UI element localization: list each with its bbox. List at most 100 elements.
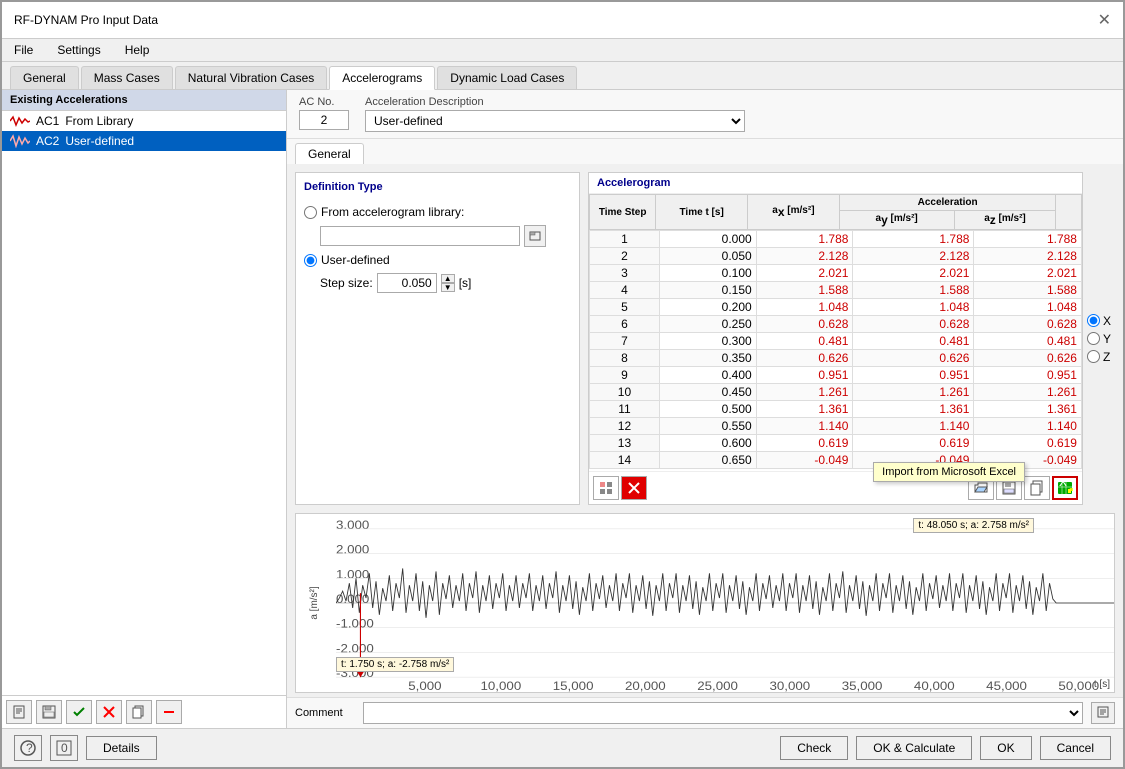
ac-no-group: AC No. 2 [299, 96, 349, 130]
table-row[interactable]: 90.4000.9510.9510.951 [590, 367, 1082, 384]
general-tab-bar: General [287, 139, 1123, 164]
table-cell: 0.600 [659, 435, 756, 452]
ok-button[interactable]: OK [980, 736, 1031, 760]
svg-text:?: ? [26, 741, 33, 755]
step-down-button[interactable]: ▼ [441, 283, 455, 292]
svg-text:10,000: 10,000 [480, 680, 521, 692]
menu-settings[interactable]: Settings [53, 41, 104, 59]
accel-copy-button[interactable] [1024, 476, 1050, 500]
svg-text:25,000: 25,000 [697, 680, 738, 692]
table-cell: 1.048 [974, 299, 1082, 316]
svg-text:20,000: 20,000 [625, 680, 666, 692]
main-window: RF-DYNAM Pro Input Data ✕ File Settings … [0, 0, 1125, 769]
radio-library-label: From accelerogram library: [321, 205, 464, 219]
sidebar-item-ac2[interactable]: AC2 User-defined [2, 131, 286, 151]
table-row[interactable]: 20.0502.1282.1282.128 [590, 248, 1082, 265]
col-time-step: Time Step [590, 195, 656, 230]
table-cell: 9 [590, 367, 660, 384]
step-up-button[interactable]: ▲ [441, 274, 455, 283]
axis-x-radio[interactable] [1087, 314, 1100, 327]
table-row[interactable]: 50.2001.0481.0481.048 [590, 299, 1082, 316]
sidebar-check-button[interactable] [66, 700, 92, 724]
table-row[interactable]: 130.6000.6190.6190.619 [590, 435, 1082, 452]
accel-delete-row-button[interactable] [621, 476, 647, 500]
table-row[interactable]: 80.3500.6260.6260.626 [590, 350, 1082, 367]
details-button[interactable]: Details [86, 736, 157, 760]
axis-y-row[interactable]: Y [1087, 332, 1111, 346]
tab-bar: General Mass Cases Natural Vibration Cas… [2, 62, 1123, 90]
radio-userdefined-row[interactable]: User-defined [304, 253, 571, 267]
table-row[interactable]: 100.4501.2611.2611.261 [590, 384, 1082, 401]
sidebar-copy-button[interactable] [126, 700, 152, 724]
table-cell: 5 [590, 299, 660, 316]
table-row[interactable]: 60.2500.6280.6280.628 [590, 316, 1082, 333]
menu-help[interactable]: Help [121, 41, 154, 59]
info-button[interactable]: 0 [50, 735, 78, 761]
axis-z-radio[interactable] [1087, 350, 1100, 363]
accel-import-excel-button[interactable]: X [1052, 476, 1078, 500]
axis-y-radio[interactable] [1087, 332, 1100, 345]
radio-userdefined[interactable] [304, 254, 317, 267]
svg-text:0: 0 [61, 741, 68, 755]
bottom-right: Check OK & Calculate OK Cancel [780, 736, 1111, 760]
step-input[interactable] [377, 273, 437, 293]
radio-library[interactable] [304, 206, 317, 219]
table-row[interactable]: 10.0001.7881.7881.788 [590, 231, 1082, 248]
menu-file[interactable]: File [10, 41, 37, 59]
tab-dynamic-load-cases[interactable]: Dynamic Load Cases [437, 66, 577, 89]
table-row[interactable]: 40.1501.5881.5881.588 [590, 282, 1082, 299]
import-excel-tooltip: Import from Microsoft Excel [873, 462, 1025, 482]
sidebar-add-button[interactable] [6, 700, 32, 724]
accel-add-row-button[interactable] [593, 476, 619, 500]
ac-header: AC No. 2 Acceleration Description User-d… [287, 90, 1123, 139]
table-cell: 6 [590, 316, 660, 333]
chart-tooltip-max: t: 48.050 s; a: 2.758 m/s² [913, 518, 1034, 533]
window-title: RF-DYNAM Pro Input Data [14, 13, 158, 27]
accel-table-scroll[interactable]: 10.0001.7881.7881.78820.0502.1282.1282.1… [589, 230, 1082, 471]
table-row[interactable]: 70.3000.4810.4810.481 [590, 333, 1082, 350]
table-cell: 0.951 [974, 367, 1082, 384]
table-cell: 0.200 [659, 299, 756, 316]
sidebar-header: Existing Accelerations [2, 90, 286, 111]
ok-calculate-button[interactable]: OK & Calculate [856, 736, 972, 760]
table-cell: 0.951 [756, 367, 853, 384]
table-cell: 0.100 [659, 265, 756, 282]
library-browse-button[interactable] [524, 225, 546, 247]
axis-z-row[interactable]: Z [1087, 350, 1111, 364]
col-time-t: Time t [s] [656, 195, 748, 230]
check-button[interactable]: Check [780, 736, 848, 760]
help-icon-button[interactable]: ? [14, 735, 42, 761]
tab-general-sub[interactable]: General [295, 143, 364, 164]
table-row[interactable]: 120.5501.1401.1401.140 [590, 418, 1082, 435]
table-cell: 1.361 [756, 401, 853, 418]
sidebar-delete-button[interactable] [96, 700, 122, 724]
table-row[interactable]: 110.5001.3611.3611.361 [590, 401, 1082, 418]
sidebar-remove-button[interactable] [156, 700, 182, 724]
svg-text:5,000: 5,000 [408, 680, 441, 692]
tab-general[interactable]: General [10, 66, 79, 89]
sidebar-save-button[interactable] [36, 700, 62, 724]
axis-x-row[interactable]: X [1087, 314, 1111, 328]
chart-container: a [m/s²] t: 48.050 s; a: 2.758 m/s² t: 1… [295, 513, 1115, 693]
table-cell: 10 [590, 384, 660, 401]
table-cell: 1.048 [853, 299, 974, 316]
cancel-button[interactable]: Cancel [1040, 736, 1111, 760]
library-input-field[interactable] [320, 226, 520, 246]
sidebar-label-ac2-id: AC2 [36, 134, 59, 148]
table-cell: 1.261 [974, 384, 1082, 401]
tab-accelerograms[interactable]: Accelerograms [329, 66, 435, 90]
tab-mass-cases[interactable]: Mass Cases [81, 66, 173, 89]
desc-dropdown[interactable]: User-defined [365, 110, 745, 132]
table-cell: 0.250 [659, 316, 756, 333]
comment-dropdown[interactable] [363, 702, 1083, 724]
table-cell: 0.550 [659, 418, 756, 435]
comment-edit-button[interactable] [1091, 702, 1115, 724]
tab-vibration-cases[interactable]: Natural Vibration Cases [175, 66, 328, 89]
close-button[interactable]: ✕ [1098, 10, 1111, 30]
ac-no-value: 2 [299, 110, 349, 130]
radio-library-row[interactable]: From accelerogram library: [304, 205, 571, 219]
table-row[interactable]: 30.1002.0212.0212.021 [590, 265, 1082, 282]
library-input-row [320, 225, 571, 247]
table-cell: 0.150 [659, 282, 756, 299]
sidebar-item-ac1[interactable]: AC1 From Library [2, 111, 286, 131]
